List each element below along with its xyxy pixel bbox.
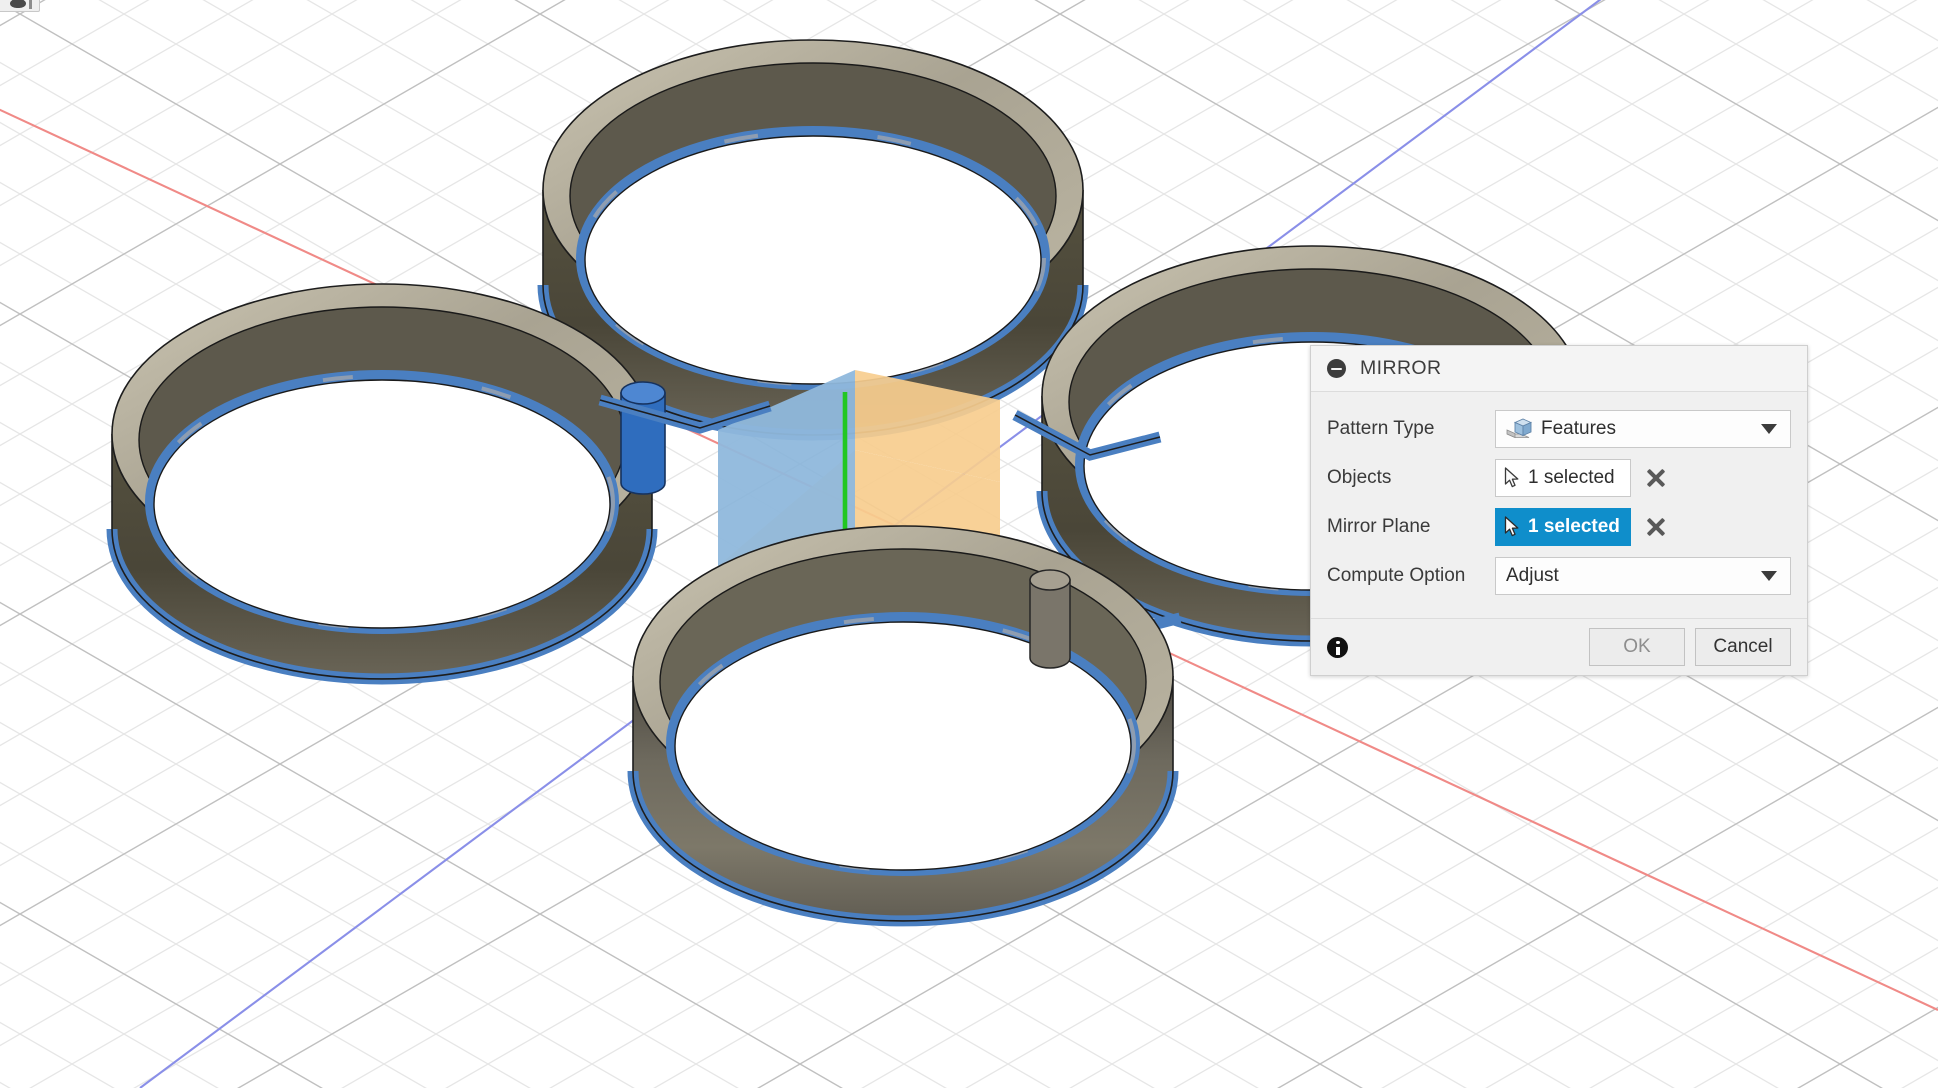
objects-selection-field[interactable]: 1 selected <box>1495 458 1631 497</box>
chevron-down-icon[interactable] <box>1761 423 1777 434</box>
info-icon[interactable] <box>1327 636 1348 658</box>
mirror-dialog[interactable]: MIRROR Pattern Type Features Objects 1 s… <box>1310 345 1808 676</box>
ring-left[interactable] <box>106 283 658 685</box>
row-mirror-plane: Mirror Plane 1 selected <box>1311 502 1807 551</box>
mirror-plane-selection-field[interactable]: 1 selected <box>1495 507 1631 546</box>
clear-objects-icon[interactable] <box>1643 465 1669 491</box>
compute-option-dropdown[interactable]: Adjust <box>1495 556 1791 595</box>
collapse-minus-icon[interactable] <box>1327 359 1346 378</box>
row-pattern-type: Pattern Type Features <box>1311 404 1807 453</box>
arrow-cursor-icon <box>1504 516 1519 537</box>
dialog-title-bar[interactable]: MIRROR <box>1311 346 1807 392</box>
dialog-footer: OK Cancel <box>1311 618 1807 675</box>
arrow-cursor-icon <box>1504 467 1519 488</box>
toolbar-partial-button[interactable] <box>0 0 40 12</box>
label-compute-option: Compute Option <box>1327 564 1466 586</box>
chevron-down-icon[interactable] <box>1761 570 1777 581</box>
toolbar-icon <box>10 0 26 8</box>
row-objects: Objects 1 selected <box>1311 453 1807 502</box>
mirror-plane-value: 1 selected <box>1528 515 1620 537</box>
label-pattern-type: Pattern Type <box>1327 417 1435 439</box>
clear-mirror-plane-icon[interactable] <box>1643 514 1669 540</box>
features-cube-icon <box>1506 418 1532 438</box>
pattern-type-value: Features <box>1541 417 1616 439</box>
label-mirror-plane: Mirror Plane <box>1327 515 1431 537</box>
dialog-body: Pattern Type Features Objects 1 selected… <box>1311 392 1807 618</box>
objects-value: 1 selected <box>1528 466 1615 488</box>
dialog-title: MIRROR <box>1360 357 1442 379</box>
right-boss[interactable] <box>1029 569 1071 669</box>
label-objects: Objects <box>1327 466 1392 488</box>
compute-option-value: Adjust <box>1506 564 1559 586</box>
ring-bottom[interactable] <box>627 525 1179 927</box>
ok-button[interactable]: OK <box>1589 628 1685 666</box>
cancel-button[interactable]: Cancel <box>1695 628 1791 666</box>
pattern-type-dropdown[interactable]: Features <box>1495 409 1791 448</box>
toolbar-divider <box>29 0 32 9</box>
row-compute-option: Compute Option Adjust <box>1311 551 1807 600</box>
center-boss[interactable] <box>620 381 666 495</box>
